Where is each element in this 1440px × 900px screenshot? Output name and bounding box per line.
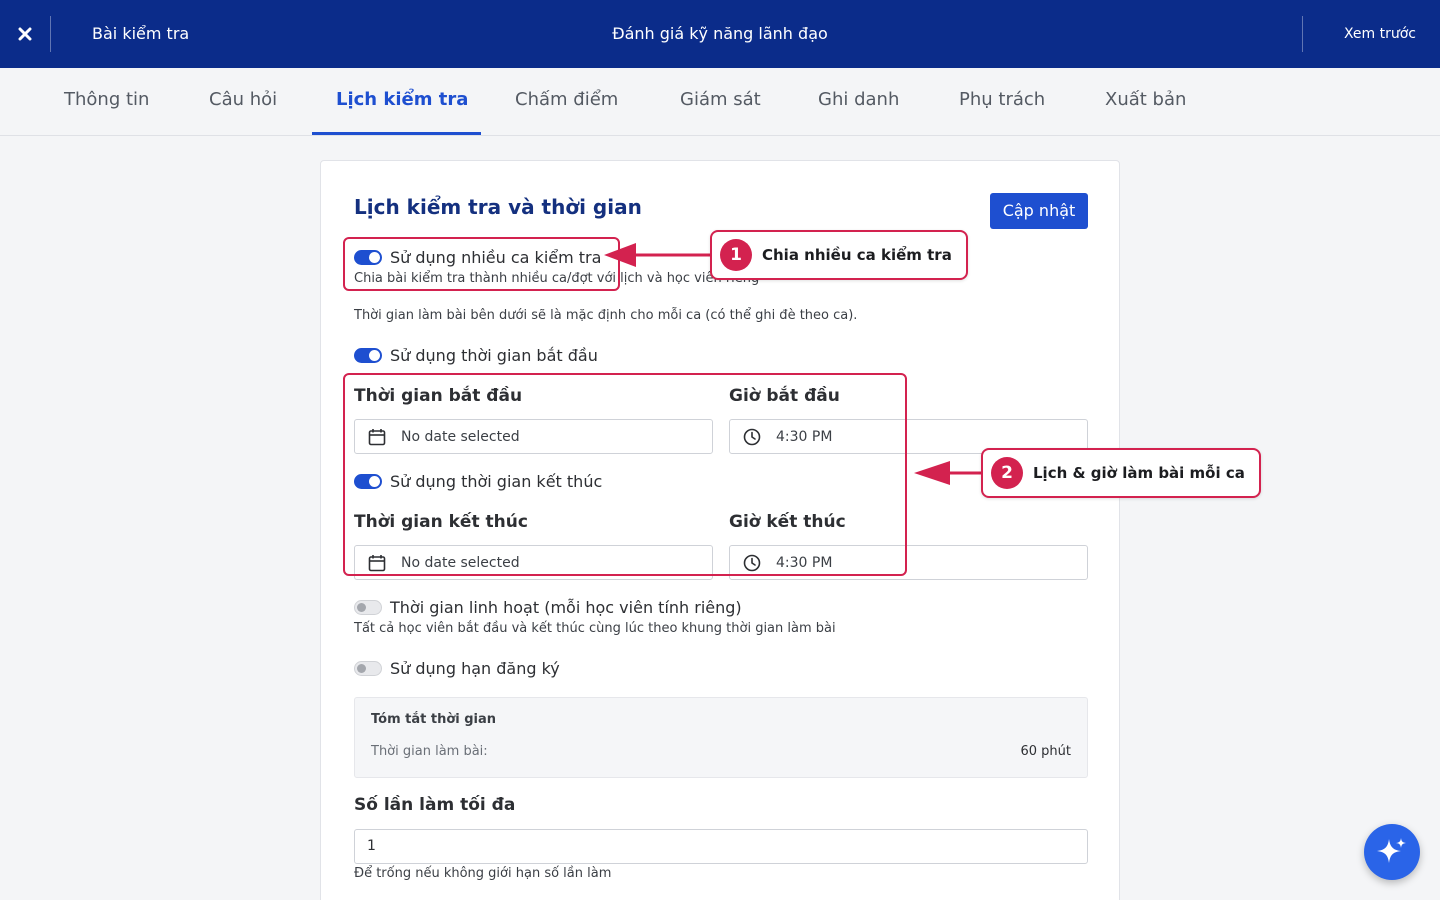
end-date-input[interactable]: No date selected: [354, 545, 713, 580]
clock-icon: [742, 427, 762, 447]
use-end-label: Sử dụng thời gian kết thúc: [390, 472, 603, 491]
end-date-label: Thời gian kết thúc: [354, 512, 528, 532]
start-date-value: No date selected: [401, 428, 520, 445]
clock-icon: [742, 553, 762, 573]
use-end-toggle[interactable]: [354, 474, 382, 489]
calendar-icon: [367, 553, 387, 573]
divider: [1302, 16, 1303, 52]
max-attempts-helper: Để trống nếu không giới hạn số lần làm: [354, 866, 612, 881]
tab-ghi-danh[interactable]: Ghi danh: [818, 68, 899, 136]
annotation-callout-1: 1 Chia nhiều ca kiểm tra: [710, 230, 968, 280]
ai-assistant-button[interactable]: [1364, 824, 1420, 880]
breadcrumb-title: Bài kiểm tra: [92, 24, 190, 43]
sparkle-icon: [1377, 838, 1406, 863]
time-summary-box: Tóm tắt thời gian Thời gian làm bài: 60 …: [354, 697, 1088, 778]
summary-duration-value: 60 phút: [1020, 744, 1071, 759]
multi-session-helper: Chia bài kiểm tra thành nhiều ca/đợt với…: [354, 271, 760, 286]
tab-bar: Thông tin Câu hỏi Lịch kiểm tra Chấm điể…: [0, 68, 1440, 136]
max-attempts-input[interactable]: 1: [354, 829, 1088, 864]
end-time-value: 4:30 PM: [776, 554, 833, 571]
tab-lich-kiem-tra[interactable]: Lịch kiểm tra: [336, 68, 468, 136]
summary-title: Tóm tắt thời gian: [371, 712, 497, 727]
tab-thong-tin[interactable]: Thông tin: [64, 68, 149, 136]
max-attempts-label: Số lần làm tối đa: [354, 795, 516, 815]
use-start-label: Sử dụng thời gian bắt đầu: [390, 346, 598, 365]
start-date-label: Thời gian bắt đầu: [354, 386, 523, 406]
tab-giam-sat[interactable]: Giám sát: [680, 68, 761, 136]
end-date-value: No date selected: [401, 554, 520, 571]
default-duration-note: Thời gian làm bài bên dưới sẽ là mặc địn…: [354, 308, 858, 323]
tab-phu-trach[interactable]: Phụ trách: [959, 68, 1045, 136]
flexible-label: Thời gian linh hoạt (mỗi học viên tính r…: [390, 598, 742, 617]
tab-cau-hoi[interactable]: Câu hỏi: [209, 68, 277, 136]
flexible-toggle[interactable]: [354, 600, 382, 615]
registration-deadline-toggle[interactable]: [354, 661, 382, 676]
divider: [50, 16, 51, 52]
tab-xuat-ban[interactable]: Xuất bản: [1105, 68, 1186, 136]
update-button[interactable]: Cập nhật: [990, 193, 1088, 229]
section-title: Lịch kiểm tra và thời gian: [354, 195, 642, 219]
use-start-toggle[interactable]: [354, 348, 382, 363]
annotation-number-1: 1: [720, 239, 752, 271]
use-end-row: Sử dụng thời gian kết thúc: [354, 472, 602, 491]
end-time-label: Giờ kết thúc: [729, 512, 846, 532]
annotation-text-1: Chia nhiều ca kiểm tra: [762, 246, 952, 264]
registration-deadline-label: Sử dụng hạn đăng ký: [390, 659, 560, 678]
annotation-text-2: Lịch & giờ làm bài mỗi ca: [1033, 464, 1245, 482]
use-start-row: Sử dụng thời gian bắt đầu: [354, 346, 598, 365]
multi-session-label: Sử dụng nhiều ca kiểm tra: [390, 248, 602, 267]
flexible-row: Thời gian linh hoạt (mỗi học viên tính r…: [354, 598, 742, 617]
tab-cham-diem[interactable]: Chấm điểm: [515, 68, 618, 136]
top-bar: Bài kiểm tra Đánh giá kỹ năng lãnh đạo X…: [0, 0, 1440, 68]
annotation-number-2: 2: [991, 457, 1023, 489]
registration-deadline-row: Sử dụng hạn đăng ký: [354, 659, 560, 678]
multi-session-row: Sử dụng nhiều ca kiểm tra: [354, 248, 601, 267]
annotation-callout-2: 2 Lịch & giờ làm bài mỗi ca: [981, 448, 1261, 498]
calendar-icon: [367, 427, 387, 447]
close-icon: [18, 27, 32, 41]
close-button[interactable]: [0, 0, 50, 68]
preview-button[interactable]: Xem trước: [1344, 0, 1416, 68]
multi-session-toggle[interactable]: [354, 250, 382, 265]
page-title: Đánh giá kỹ năng lãnh đạo: [612, 24, 828, 43]
start-date-input[interactable]: No date selected: [354, 419, 713, 454]
start-time-label: Giờ bắt đầu: [729, 386, 840, 406]
flexible-helper: Tất cả học viên bắt đầu và kết thúc cùng…: [354, 621, 836, 636]
start-time-value: 4:30 PM: [776, 428, 833, 445]
active-tab-indicator: [312, 132, 481, 135]
summary-duration-key: Thời gian làm bài:: [371, 744, 488, 759]
end-time-input[interactable]: 4:30 PM: [729, 545, 1088, 580]
